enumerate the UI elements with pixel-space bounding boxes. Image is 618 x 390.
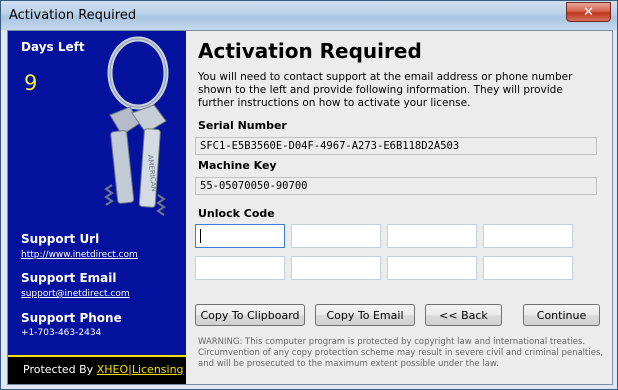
- unlock-code-input-4[interactable]: [483, 224, 573, 248]
- sidebar: AMERICAN Days Left 9 Support Url http://…: [8, 31, 186, 384]
- unlock-code-label: Unlock Code: [198, 207, 275, 220]
- text-caret: [200, 229, 201, 243]
- protected-by-text: Protected By XHEO|Licensing: [23, 363, 184, 376]
- unlock-code-input-7[interactable]: [387, 256, 477, 280]
- unlock-code-input-8[interactable]: [483, 256, 573, 280]
- page-title: Activation Required: [198, 39, 422, 63]
- machine-key-label: Machine Key: [198, 159, 277, 172]
- dialog-content: AMERICAN Days Left 9 Support Url http://…: [7, 30, 613, 385]
- protected-prefix: Protected By: [23, 363, 97, 376]
- title-bar[interactable]: Activation Required ✕: [1, 1, 617, 30]
- days-left-label: Days Left: [21, 40, 85, 54]
- serial-number-label: Serial Number: [198, 119, 287, 132]
- activation-window: Activation Required ✕ AMERICAN Days Left…: [0, 0, 618, 390]
- support-email-label: Support Email: [21, 271, 117, 285]
- protected-by-bar: Protected By XHEO|Licensing: [8, 355, 186, 384]
- close-button[interactable]: ✕: [566, 2, 611, 22]
- support-email-link[interactable]: support@inetdirect.com: [21, 289, 130, 299]
- support-phone-value: +1-703-463-2434: [21, 328, 102, 338]
- unlock-code-input-3[interactable]: [387, 224, 477, 248]
- support-url-label: Support Url: [21, 232, 100, 246]
- close-icon: ✕: [583, 4, 594, 20]
- main-panel: Activation Required You will need to con…: [186, 31, 612, 384]
- support-phone-label: Support Phone: [21, 311, 122, 325]
- copyright-warning: WARNING: This computer program is protec…: [198, 337, 604, 369]
- window-title: Activation Required: [9, 8, 137, 23]
- machine-key-field[interactable]: 55-05070050-90700: [195, 177, 597, 195]
- unlock-code-input-5[interactable]: [195, 256, 285, 280]
- serial-number-field[interactable]: SFC1-E5B3560E-D04F-4967-A273-E6B118D2A50…: [195, 137, 597, 155]
- days-left-value: 9: [24, 71, 38, 95]
- xheo-licensing-link[interactable]: XHEO|Licensing: [97, 363, 184, 376]
- instructions-text: You will need to contact support at the …: [198, 71, 573, 109]
- copy-to-clipboard-button[interactable]: Copy To Clipboard: [195, 304, 305, 326]
- unlock-code-input-1[interactable]: [195, 224, 285, 248]
- copy-to-email-button[interactable]: Copy To Email: [315, 304, 415, 326]
- support-url-link[interactable]: http://www.inetdirect.com: [21, 250, 138, 260]
- back-button[interactable]: << Back: [425, 304, 502, 326]
- continue-button[interactable]: Continue: [523, 304, 600, 326]
- keys-icon: AMERICAN: [104, 36, 169, 216]
- unlock-code-input-2[interactable]: [291, 224, 381, 248]
- unlock-code-input-6[interactable]: [291, 256, 381, 280]
